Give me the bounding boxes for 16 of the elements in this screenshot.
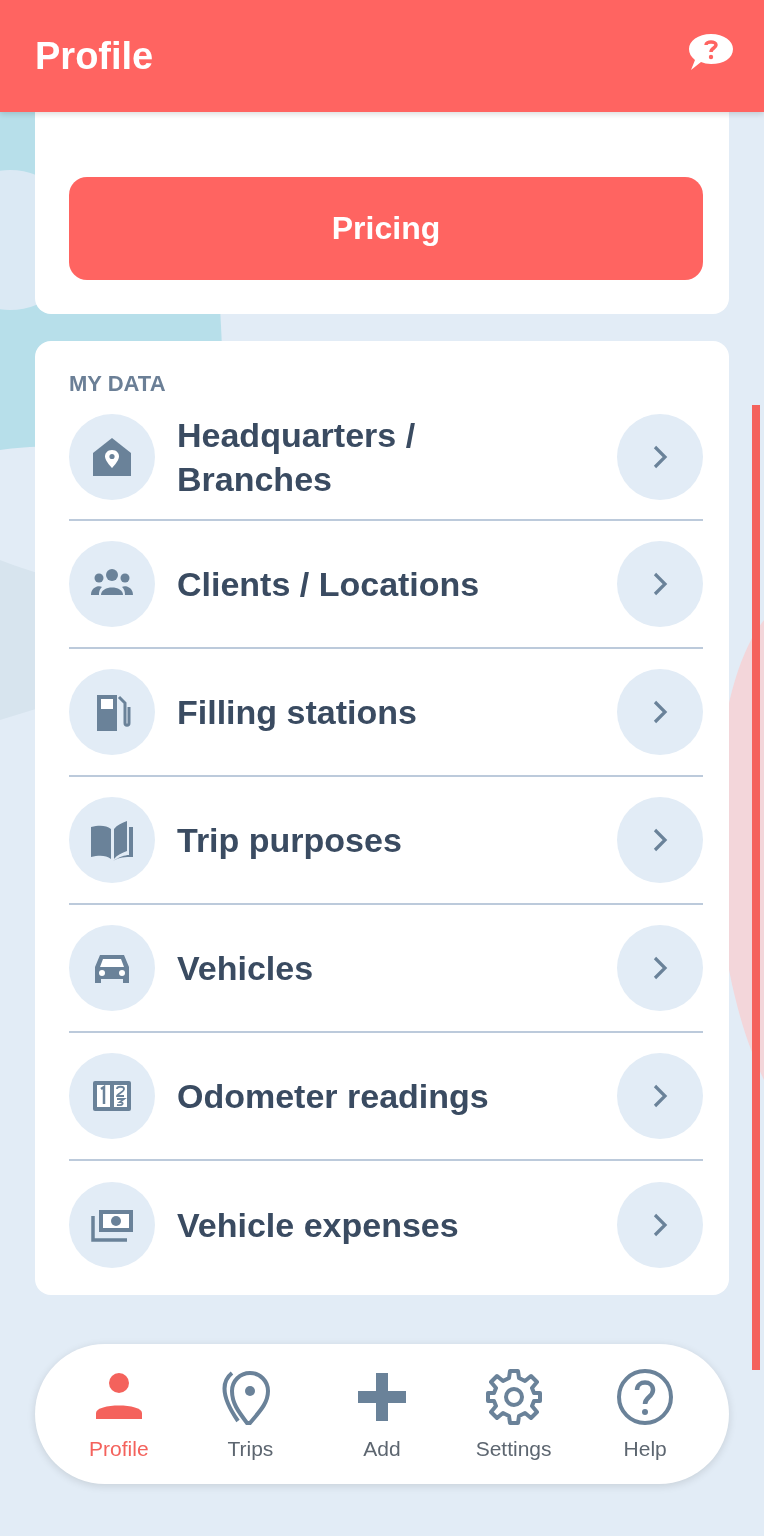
nav-tab[interactable]: Trips xyxy=(190,1367,311,1461)
nav-tab[interactable]: Settings xyxy=(453,1367,574,1461)
menu-item-label[interactable]: Trip purposes xyxy=(177,818,577,862)
nav-tab[interactable]: Help xyxy=(585,1367,706,1461)
nav-tab[interactable]: Add xyxy=(322,1367,442,1461)
menu-item-label[interactable]: Vehicle expenses xyxy=(177,1203,577,1247)
help-circle-icon xyxy=(615,1367,676,1427)
menu-item-label[interactable]: Clients / Locations xyxy=(177,562,577,606)
menu-item-label[interactable]: Odometer readings xyxy=(177,1074,577,1118)
page-title: Profile xyxy=(35,34,154,78)
menu-item-label[interactable]: Vehicles xyxy=(177,946,577,990)
section-heading: MY DATA xyxy=(69,371,167,397)
menu-item-label[interactable]: Filling stations xyxy=(177,690,577,734)
gear-icon xyxy=(483,1367,544,1427)
help-bubble-icon[interactable] xyxy=(688,32,734,72)
menu-item-label[interactable]: Headquarters / Branches xyxy=(177,413,577,501)
